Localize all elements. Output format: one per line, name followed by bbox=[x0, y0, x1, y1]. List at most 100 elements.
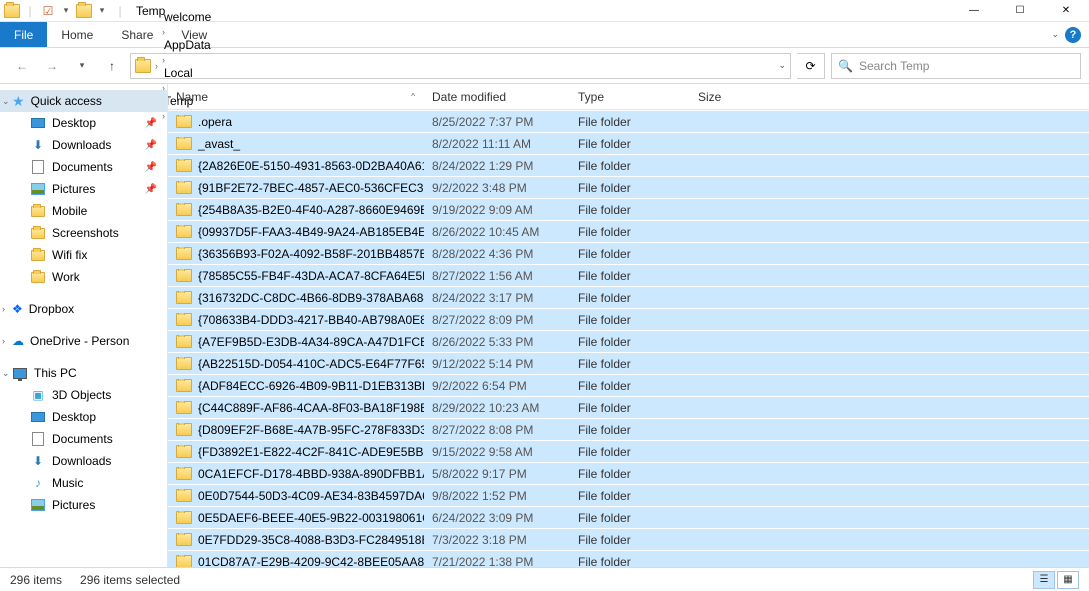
table-row[interactable]: {708633B4-DDD3-4217-BB40-AB798A0E8...8/2… bbox=[168, 308, 1089, 330]
sidebar-item[interactable]: ⬇Downloads bbox=[0, 450, 167, 472]
file-name: {C44C889F-AF86-4CAA-8F03-BA18F198B... bbox=[198, 401, 424, 415]
sidebar-item[interactable]: Wifi fix bbox=[0, 244, 167, 266]
table-row[interactable]: {254B8A35-B2E0-4F40-A287-8660E9469B0...9… bbox=[168, 198, 1089, 220]
sidebar-item[interactable]: Pictures bbox=[0, 494, 167, 516]
qat-dropdown-icon[interactable]: ▾ bbox=[94, 3, 110, 19]
sidebar-this-pc[interactable]: ⌄ This PC bbox=[0, 362, 167, 384]
search-box[interactable]: 🔍 bbox=[831, 53, 1081, 79]
chevron-right-icon[interactable]: › bbox=[162, 27, 165, 37]
maximize-button[interactable]: ☐ bbox=[997, 0, 1043, 22]
table-row[interactable]: {36356B93-F02A-4092-B58F-201BB4857E6...8… bbox=[168, 242, 1089, 264]
refresh-button[interactable]: ⟳ bbox=[797, 53, 825, 79]
tab-file[interactable]: File bbox=[0, 22, 47, 47]
table-row[interactable]: 0CA1EFCF-D178-4BBD-938A-890DFBB1A...5/8/… bbox=[168, 462, 1089, 484]
chevron-right-icon[interactable]: › bbox=[162, 55, 165, 65]
close-button[interactable]: ✕ bbox=[1043, 0, 1089, 22]
sidebar-dropbox[interactable]: › ❖ Dropbox bbox=[0, 298, 167, 320]
sidebar-item[interactable]: Work bbox=[0, 266, 167, 288]
pin-icon: 📌 bbox=[145, 184, 157, 195]
view-details-button[interactable]: ☰ bbox=[1033, 571, 1055, 589]
window-controls: — ☐ ✕ bbox=[951, 0, 1089, 22]
forward-button[interactable]: → bbox=[40, 54, 64, 78]
breadcrumb-segment[interactable]: AppData bbox=[162, 38, 213, 52]
sidebar-item-label: 3D Objects bbox=[52, 388, 111, 402]
sidebar-item[interactable]: Documents📌 bbox=[0, 156, 167, 178]
folder-icon bbox=[76, 3, 92, 19]
table-row[interactable]: .opera8/25/2022 7:37 PMFile folder bbox=[168, 110, 1089, 132]
sidebar-quick-access[interactable]: ⌄ ★ Quick access bbox=[0, 90, 167, 112]
history-dropdown-icon[interactable]: ▾ bbox=[70, 54, 94, 78]
sidebar-item[interactable]: ⬇Downloads📌 bbox=[0, 134, 167, 156]
table-row[interactable]: {2A826E0E-5150-4931-8563-0D2BA40A61...8/… bbox=[168, 154, 1089, 176]
chevron-right-icon[interactable]: › bbox=[2, 336, 5, 346]
picture-icon bbox=[30, 181, 46, 197]
table-row[interactable]: {ADF84ECC-6926-4B09-9B11-D1EB313BF...9/2… bbox=[168, 374, 1089, 396]
search-input[interactable] bbox=[859, 59, 1074, 73]
cell-name: 0CA1EFCF-D178-4BBD-938A-890DFBB1A... bbox=[168, 467, 424, 481]
folder-icon bbox=[30, 269, 46, 285]
column-type[interactable]: Type bbox=[570, 84, 690, 109]
address-dropdown-icon[interactable]: ⌄ bbox=[778, 60, 786, 71]
table-row[interactable]: 01CD87A7-E29B-4209-9C42-8BEE05AA82547/21… bbox=[168, 550, 1089, 567]
sidebar-item[interactable]: Mobile bbox=[0, 200, 167, 222]
column-name[interactable]: Name ^ bbox=[168, 84, 424, 109]
table-row[interactable]: {A7EF9B5D-E3DB-4A34-89CA-A47D1FCB...8/26… bbox=[168, 330, 1089, 352]
sidebar-item[interactable]: ▣3D Objects bbox=[0, 384, 167, 406]
table-row[interactable]: 0E7FDD29-35C8-4088-B3D3-FC2849518B047/3/… bbox=[168, 528, 1089, 550]
file-name: {316732DC-C8DC-4B66-8DB9-378ABA684... bbox=[198, 291, 424, 305]
table-row[interactable]: {C44C889F-AF86-4CAA-8F03-BA18F198B...8/2… bbox=[168, 396, 1089, 418]
column-date[interactable]: Date modified bbox=[424, 84, 570, 109]
cell-name: 0E7FDD29-35C8-4088-B3D3-FC2849518B04 bbox=[168, 533, 424, 547]
table-row[interactable]: {09937D5F-FAA3-4B49-9A24-AB185EB4E0...8/… bbox=[168, 220, 1089, 242]
breadcrumb-segment[interactable]: welcome bbox=[162, 10, 213, 24]
column-label: Size bbox=[698, 90, 721, 104]
help-icon[interactable]: ? bbox=[1065, 27, 1081, 43]
up-button[interactable]: ↑ bbox=[100, 54, 124, 78]
table-row[interactable]: {78585C55-FB4F-43DA-ACA7-8CFA64E5B...8/2… bbox=[168, 264, 1089, 286]
folder-icon bbox=[176, 203, 192, 216]
file-rows[interactable]: .opera8/25/2022 7:37 PMFile folder_avast… bbox=[168, 110, 1089, 567]
table-row[interactable]: {D809EF2F-B68E-4A7B-95FC-278F833D34...8/… bbox=[168, 418, 1089, 440]
cell-date: 8/2/2022 11:11 AM bbox=[424, 137, 570, 151]
cell-name: {FD3892E1-E822-4C2F-841C-ADE9E5BB9... bbox=[168, 445, 424, 459]
sidebar-item[interactable]: Desktop bbox=[0, 406, 167, 428]
table-row[interactable]: 0E0D7544-50D3-4C09-AE34-83B4597DA6E59/8/… bbox=[168, 484, 1089, 506]
sidebar-item-label: This PC bbox=[34, 366, 77, 380]
folder-icon bbox=[176, 555, 192, 567]
sidebar-item[interactable]: Screenshots bbox=[0, 222, 167, 244]
table-row[interactable]: {316732DC-C8DC-4B66-8DB9-378ABA684...8/2… bbox=[168, 286, 1089, 308]
table-row[interactable]: 0E5DAEF6-BEEE-40E5-9B22-003198061C036/24… bbox=[168, 506, 1089, 528]
sidebar-onedrive[interactable]: › ☁ OneDrive - Person bbox=[0, 330, 167, 352]
folder-icon bbox=[176, 159, 192, 172]
navigation-pane[interactable]: ⌄ ★ Quick access Desktop📌⬇Downloads📌Docu… bbox=[0, 84, 168, 567]
column-size[interactable]: Size bbox=[690, 84, 770, 109]
cell-name: 0E5DAEF6-BEEE-40E5-9B22-003198061C03 bbox=[168, 511, 424, 525]
cell-type: File folder bbox=[570, 247, 690, 261]
tab-home[interactable]: Home bbox=[47, 22, 107, 47]
back-button[interactable]: ← bbox=[10, 54, 34, 78]
chevron-right-icon[interactable]: › bbox=[2, 304, 5, 314]
chevron-down-icon[interactable]: ⌄ bbox=[2, 96, 10, 107]
sidebar-item[interactable]: Pictures📌 bbox=[0, 178, 167, 200]
chevron-down-icon[interactable]: ⌄ bbox=[2, 368, 10, 379]
minimize-button[interactable]: — bbox=[951, 0, 997, 22]
table-row[interactable]: {AB22515D-D054-410C-ADC5-E64F77F65...9/1… bbox=[168, 352, 1089, 374]
chevron-right-icon[interactable]: › bbox=[155, 61, 158, 71]
table-row[interactable]: {91BF2E72-7BEC-4857-AEC0-536CFEC3EB...9/… bbox=[168, 176, 1089, 198]
address-bar[interactable]: › welcome›AppData›Local›Temp› ⌄ bbox=[130, 53, 791, 79]
tab-share[interactable]: Share bbox=[107, 22, 167, 47]
cell-type: File folder bbox=[570, 511, 690, 525]
breadcrumb-segment[interactable]: Local bbox=[162, 66, 213, 80]
sidebar-item[interactable]: ♪Music bbox=[0, 472, 167, 494]
cell-type: File folder bbox=[570, 379, 690, 393]
sidebar-item[interactable]: Documents bbox=[0, 428, 167, 450]
ribbon-expand-icon[interactable]: ⌄ bbox=[1051, 29, 1059, 40]
qat-customize-icon[interactable]: ▾ bbox=[58, 3, 74, 19]
view-icons-button[interactable]: ▦ bbox=[1057, 571, 1079, 589]
table-row[interactable]: {FD3892E1-E822-4C2F-841C-ADE9E5BB9...9/1… bbox=[168, 440, 1089, 462]
sidebar-item[interactable]: Desktop📌 bbox=[0, 112, 167, 134]
file-name: {2A826E0E-5150-4931-8563-0D2BA40A61... bbox=[198, 159, 424, 173]
table-row[interactable]: _avast_8/2/2022 11:11 AMFile folder bbox=[168, 132, 1089, 154]
sidebar-item-label: Desktop bbox=[52, 410, 96, 424]
properties-icon[interactable]: ☑ bbox=[40, 3, 56, 19]
